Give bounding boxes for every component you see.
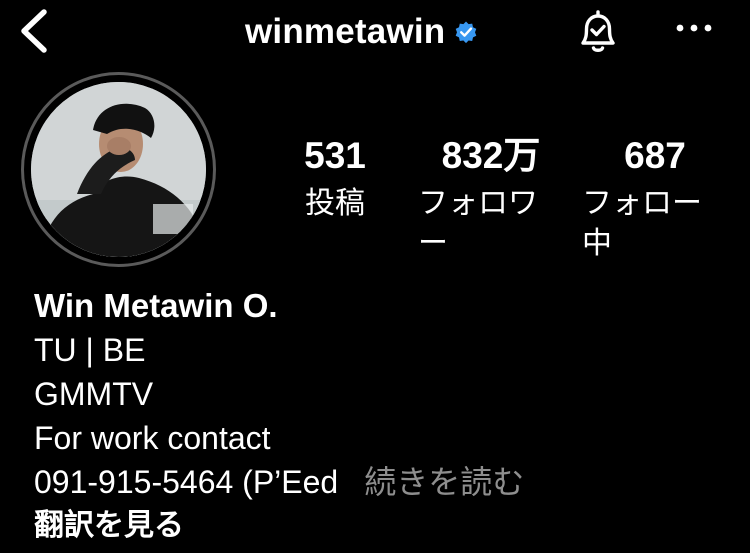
bio-line-contact: 091-915-5464 (P’Eed 続きを読む: [34, 460, 734, 504]
username: winmetawin: [245, 12, 446, 51]
display-name: Win Metawin O.: [34, 287, 278, 324]
followers-stat[interactable]: 832万 フォロワー: [418, 134, 564, 264]
more-horizontal-icon: [676, 24, 712, 32]
read-more-link[interactable]: 続きを読む: [364, 464, 524, 500]
chevron-left-icon: [21, 9, 47, 53]
bio-phone: 091-915-5464 (P’Eed: [34, 464, 339, 500]
profile-bio: Win Metawin O. TU | BE GMMTV For work co…: [34, 284, 734, 548]
back-button[interactable]: [14, 8, 58, 54]
more-options-button[interactable]: [672, 13, 716, 43]
bio-line: TU | BE: [34, 332, 146, 368]
following-stat[interactable]: 687 フォロー中: [582, 134, 728, 264]
avatar-photo: [31, 82, 206, 257]
verified-badge-icon: [456, 21, 477, 44]
following-count: 687: [624, 135, 686, 176]
profile-avatar[interactable]: [21, 72, 216, 267]
posts-stat[interactable]: 531 投稿: [292, 134, 378, 224]
followers-count: 832万: [441, 135, 541, 176]
bio-line: GMMTV: [34, 376, 154, 412]
notifications-button[interactable]: [572, 7, 624, 59]
bio-line: For work contact: [34, 420, 271, 456]
posts-count: 531: [304, 135, 366, 176]
profile-title: winmetawin: [245, 10, 479, 54]
posts-label: 投稿: [305, 187, 365, 220]
following-label: フォロー中: [582, 187, 702, 260]
top-bar: winmetawin: [0, 0, 750, 66]
avatar-image: [31, 82, 206, 257]
followers-label: フォロワー: [418, 187, 538, 260]
bell-check-icon: [581, 10, 615, 52]
see-translation-link[interactable]: 翻訳を見る: [34, 504, 734, 548]
